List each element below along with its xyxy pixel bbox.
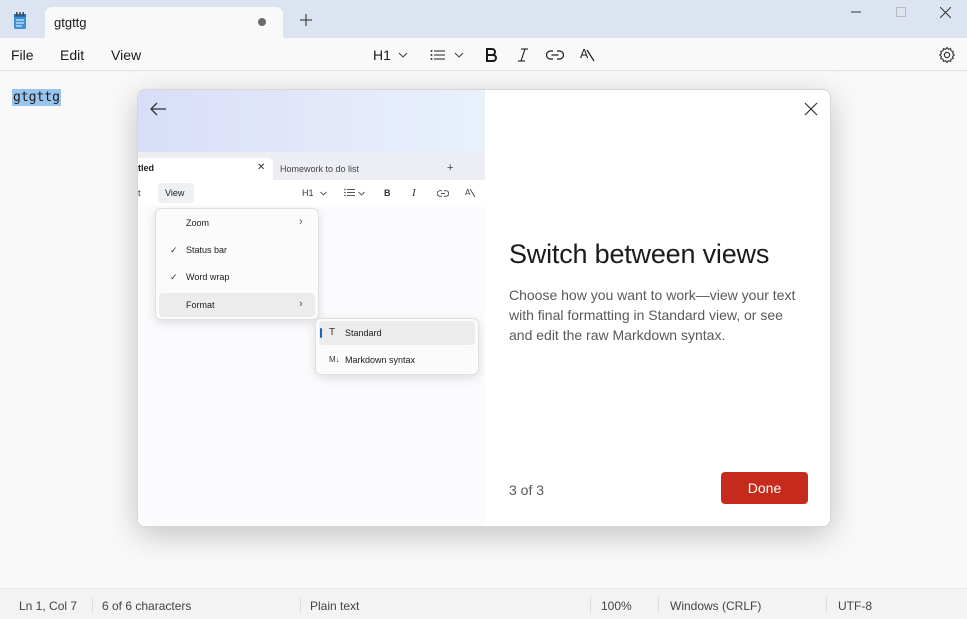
zoom-level[interactable]: 100%: [601, 599, 632, 613]
illustration-submenu-item: M↓ Markdown syntax: [329, 355, 416, 365]
encoding[interactable]: UTF-8: [838, 599, 872, 613]
menu-edit[interactable]: Edit: [60, 47, 84, 63]
close-icon: [939, 6, 951, 18]
tab-title: gtgttg: [54, 15, 87, 30]
chevron-right-icon: ›: [299, 298, 303, 310]
chevron-down-icon[interactable]: [454, 51, 464, 59]
title-bar: gtgttg: [0, 0, 967, 38]
status-divider: [92, 597, 93, 613]
svg-text:A: A: [580, 47, 589, 61]
whats-new-dialog: tled ✕ Homework to do list + t View H1 B…: [137, 89, 831, 527]
clear-formatting-icon: A: [580, 47, 595, 62]
bulleted-list-icon: [344, 188, 355, 197]
checkmark-icon: ✓: [170, 272, 178, 282]
document-tab[interactable]: gtgttg: [45, 7, 283, 38]
illustration-menu-partial: t: [138, 188, 141, 198]
illustration-heading: H1: [302, 188, 314, 198]
text-format-status[interactable]: Plain text: [310, 599, 359, 613]
bold-icon: [486, 48, 497, 62]
status-divider: [826, 597, 827, 613]
illustration-tab2-label: Homework to do list: [280, 164, 360, 174]
illustration-view-dropdown: Zoom › ✓ Status bar ✓ Word wrap Format ›: [155, 208, 319, 320]
clear-formatting-button[interactable]: A: [578, 45, 598, 65]
markdown-icon: M↓: [329, 355, 340, 364]
minimize-icon: [851, 11, 861, 13]
page-indicator: 3 of 3: [509, 482, 545, 498]
illustration-menubar: t View H1 B I A: [138, 180, 485, 207]
plus-icon: +: [447, 162, 454, 174]
bold-icon: B: [384, 188, 391, 198]
close-icon[interactable]: [804, 102, 818, 116]
list-button[interactable]: [428, 45, 448, 65]
notepad-icon: [14, 12, 26, 29]
clear-formatting-icon: A: [465, 188, 476, 198]
unsaved-indicator-icon[interactable]: [258, 18, 266, 26]
status-divider: [300, 597, 301, 613]
character-count: 6 of 6 characters: [102, 599, 192, 613]
illustration-format-submenu: T Standard M↓ Markdown syntax: [315, 318, 479, 375]
line-ending[interactable]: Windows (CRLF): [670, 599, 761, 613]
status-divider: [658, 597, 659, 613]
dialog-description: Choose how you want to work—view your te…: [509, 287, 796, 343]
status-divider: [590, 597, 591, 613]
menu-file[interactable]: File: [11, 47, 34, 63]
bold-button[interactable]: [481, 45, 501, 65]
done-button[interactable]: Done: [721, 472, 808, 504]
illustration-tabstrip: tled ✕ Homework to do list +: [138, 152, 485, 180]
illustration-menu-item: Zoom ›: [186, 216, 303, 228]
illustration-menu-item: ✓ Word wrap: [170, 272, 230, 282]
close-icon: ✕: [257, 162, 266, 173]
cursor-position: Ln 1, Col 7: [19, 599, 78, 613]
text-format-icon: T: [329, 327, 336, 338]
selected-text[interactable]: gtgttg: [12, 89, 61, 106]
menu-bar: File Edit View H1 A: [0, 38, 967, 71]
illustration-menu-item: ✓ Status bar: [170, 245, 228, 255]
illustration-tab: tled ✕: [138, 158, 273, 180]
heading-dropdown[interactable]: H1: [373, 47, 391, 63]
illustration-view-menu: View: [158, 183, 194, 203]
illustration-tab-label: tled: [138, 163, 155, 173]
selection-indicator: [320, 328, 322, 338]
feature-illustration: tled ✕ Homework to do list + t View H1 B…: [138, 90, 485, 526]
maximize-icon: [896, 7, 906, 17]
menu-view[interactable]: View: [111, 47, 141, 63]
link-button[interactable]: [545, 45, 565, 65]
dialog-title: Switch between views: [509, 239, 770, 269]
link-icon: [546, 50, 564, 60]
maximize-button[interactable]: [878, 0, 924, 24]
italic-button[interactable]: [513, 45, 533, 65]
checkmark-icon: ✓: [170, 245, 178, 255]
italic-icon: I: [412, 187, 416, 199]
new-tab-plus-icon[interactable]: [298, 12, 314, 28]
minimize-button[interactable]: [833, 0, 879, 24]
illustration-menu-item: Format ›: [159, 293, 315, 317]
close-window-button[interactable]: [922, 0, 967, 24]
illustration-submenu-item: T Standard: [319, 321, 475, 345]
italic-icon: [518, 48, 528, 62]
illustration-header: [138, 90, 485, 152]
back-arrow-icon[interactable]: [149, 101, 167, 117]
chevron-right-icon: ›: [299, 216, 303, 228]
chevron-down-icon: [320, 191, 327, 196]
link-icon: [437, 190, 449, 197]
chevron-down-icon[interactable]: [398, 51, 408, 59]
gear-icon[interactable]: [938, 46, 956, 64]
chevron-down-icon: [358, 191, 365, 196]
status-bar: Ln 1, Col 7 6 of 6 characters Plain text…: [0, 588, 967, 619]
bulleted-list-icon: [430, 50, 445, 60]
